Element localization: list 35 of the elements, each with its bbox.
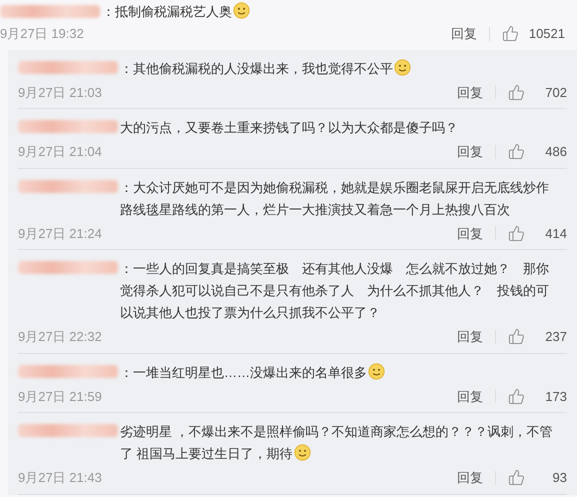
- comment-time: 9月27日 22:32: [18, 328, 102, 346]
- like-count: 414: [544, 224, 567, 242]
- reply-link[interactable]: 回复: [450, 24, 477, 44]
- reply-link[interactable]: 回复: [457, 468, 483, 488]
- like-icon[interactable]: [508, 143, 525, 160]
- reply-link[interactable]: 回复: [457, 82, 483, 102]
- reply-link[interactable]: 回复: [457, 142, 483, 162]
- reply-link[interactable]: 回复: [457, 224, 483, 243]
- like-icon[interactable]: [502, 25, 519, 42]
- comment-time: 9月27日 19:32: [0, 25, 84, 43]
- like-count: 10521: [528, 25, 565, 43]
- reply-text: ：一些人的回复真是搞笑至极 还有其他人没爆 怎么就不放过她？ 那你觉得杀人犯可以说自己不是只有他杀了人 为什么不抓其他人？ 投钱的可以说其他人也投了票为什么只抓我不公平了？: [120, 261, 549, 320]
- like-icon[interactable]: [508, 388, 525, 405]
- reply-link[interactable]: 回复: [457, 386, 483, 406]
- like-icon[interactable]: [508, 224, 525, 242]
- like-count: 93: [552, 469, 567, 487]
- reply-text: ：大众讨厌她可不是因为她偷税漏税，她就是娱乐圈老鼠屎开启无底线炒作路线毯星路线的第一人，烂片一大推演技又着急一个月上热搜八百次: [120, 180, 549, 216]
- like-count: 702: [544, 84, 567, 102]
- comment-time: 9月27日 21:24: [18, 224, 102, 242]
- reply-text: 大的污点，又要卷土重来捞钱了吗？以为大众都是傻子吗？: [120, 120, 458, 135]
- comment-text: ：抵制偷税漏税艺人奥: [102, 4, 232, 19]
- comment-time: 9月27日 21:43: [18, 469, 102, 487]
- comment-time: 9月27日 21:59: [18, 388, 102, 406]
- comment-time: 9月27日 21:03: [18, 84, 102, 102]
- like-count: 173: [544, 388, 567, 406]
- comment-time: 9月27日 21:04: [18, 143, 102, 161]
- like-icon[interactable]: [508, 84, 525, 101]
- like-icon[interactable]: [508, 328, 525, 346]
- reply-text: 劣迹明星 ，不爆出来不是照样偷吗？不知道商家怎么想的？？？讽刺，不管了 祖国马上要过生日了，期待: [120, 424, 553, 461]
- like-icon[interactable]: [508, 469, 525, 486]
- like-count: 237: [544, 328, 567, 346]
- reply-text: ：一堆当红明星也……没爆出来的名单很多: [120, 364, 367, 380]
- reply-link[interactable]: 回复: [457, 327, 483, 346]
- like-count: 486: [544, 143, 567, 161]
- reply-text: ：其他偷税漏税的人没爆出来，我也觉得不公平: [120, 60, 393, 76]
